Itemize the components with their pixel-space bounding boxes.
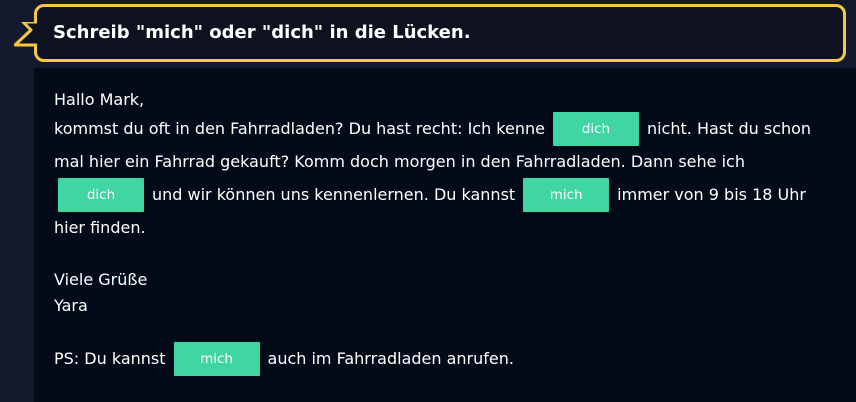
text-segment: auch im Fahrradladen anrufen. <box>267 349 514 368</box>
letter-line: Yara <box>54 292 834 318</box>
text-segment: mal hier ein Fahrrad gekauft? Komm doch … <box>54 152 745 171</box>
letter-text: Hallo Mark, kommst du oft in den Fahrrad… <box>54 86 834 376</box>
text-segment: PS: Du kannst <box>54 349 166 368</box>
letter-line: mal hier ein Fahrrad gekauft? Komm doch … <box>54 145 834 178</box>
letter-line: hier finden. <box>54 211 834 244</box>
instruction-text: Schreib "mich" oder "dich" in die Lücken… <box>53 22 471 43</box>
speech-pointer-icon <box>14 22 37 47</box>
text-segment: kommst du oft in den Fahrradladen? Du ha… <box>54 119 545 138</box>
letter-line: PS: Du kannst mich auch im Fahrradladen … <box>54 341 834 376</box>
letter-line: kommst du oft in den Fahrradladen? Du ha… <box>54 111 834 146</box>
text-segment: nicht. Hast du schon <box>646 119 812 138</box>
text-segment: und wir können uns kennenlernen. Du kann… <box>152 185 516 204</box>
gap-answer-box-4[interactable]: mich <box>173 341 260 376</box>
text-segment: hier finden. <box>54 218 146 237</box>
signature: Yara <box>54 295 88 315</box>
closing: Viele Grüße <box>54 269 148 289</box>
text-segment: immer von 9 bis 18 Uhr <box>617 185 806 204</box>
gap-answer-box-2[interactable]: dich <box>58 177 144 212</box>
gap-answer-box-1[interactable]: dich <box>552 111 639 146</box>
letter-line: Viele Grüße <box>54 266 834 292</box>
instruction-banner: Schreib "mich" oder "dich" in die Lücken… <box>34 4 846 62</box>
gap-answer-box-3[interactable]: mich <box>523 177 610 212</box>
letter-line: dich und wir können uns kennenlernen. Du… <box>54 177 834 212</box>
greeting: Hallo Mark, <box>54 89 145 109</box>
letter-line: Hallo Mark, <box>54 86 834 112</box>
letter-panel: Hallo Mark, kommst du oft in den Fahrrad… <box>34 68 856 402</box>
